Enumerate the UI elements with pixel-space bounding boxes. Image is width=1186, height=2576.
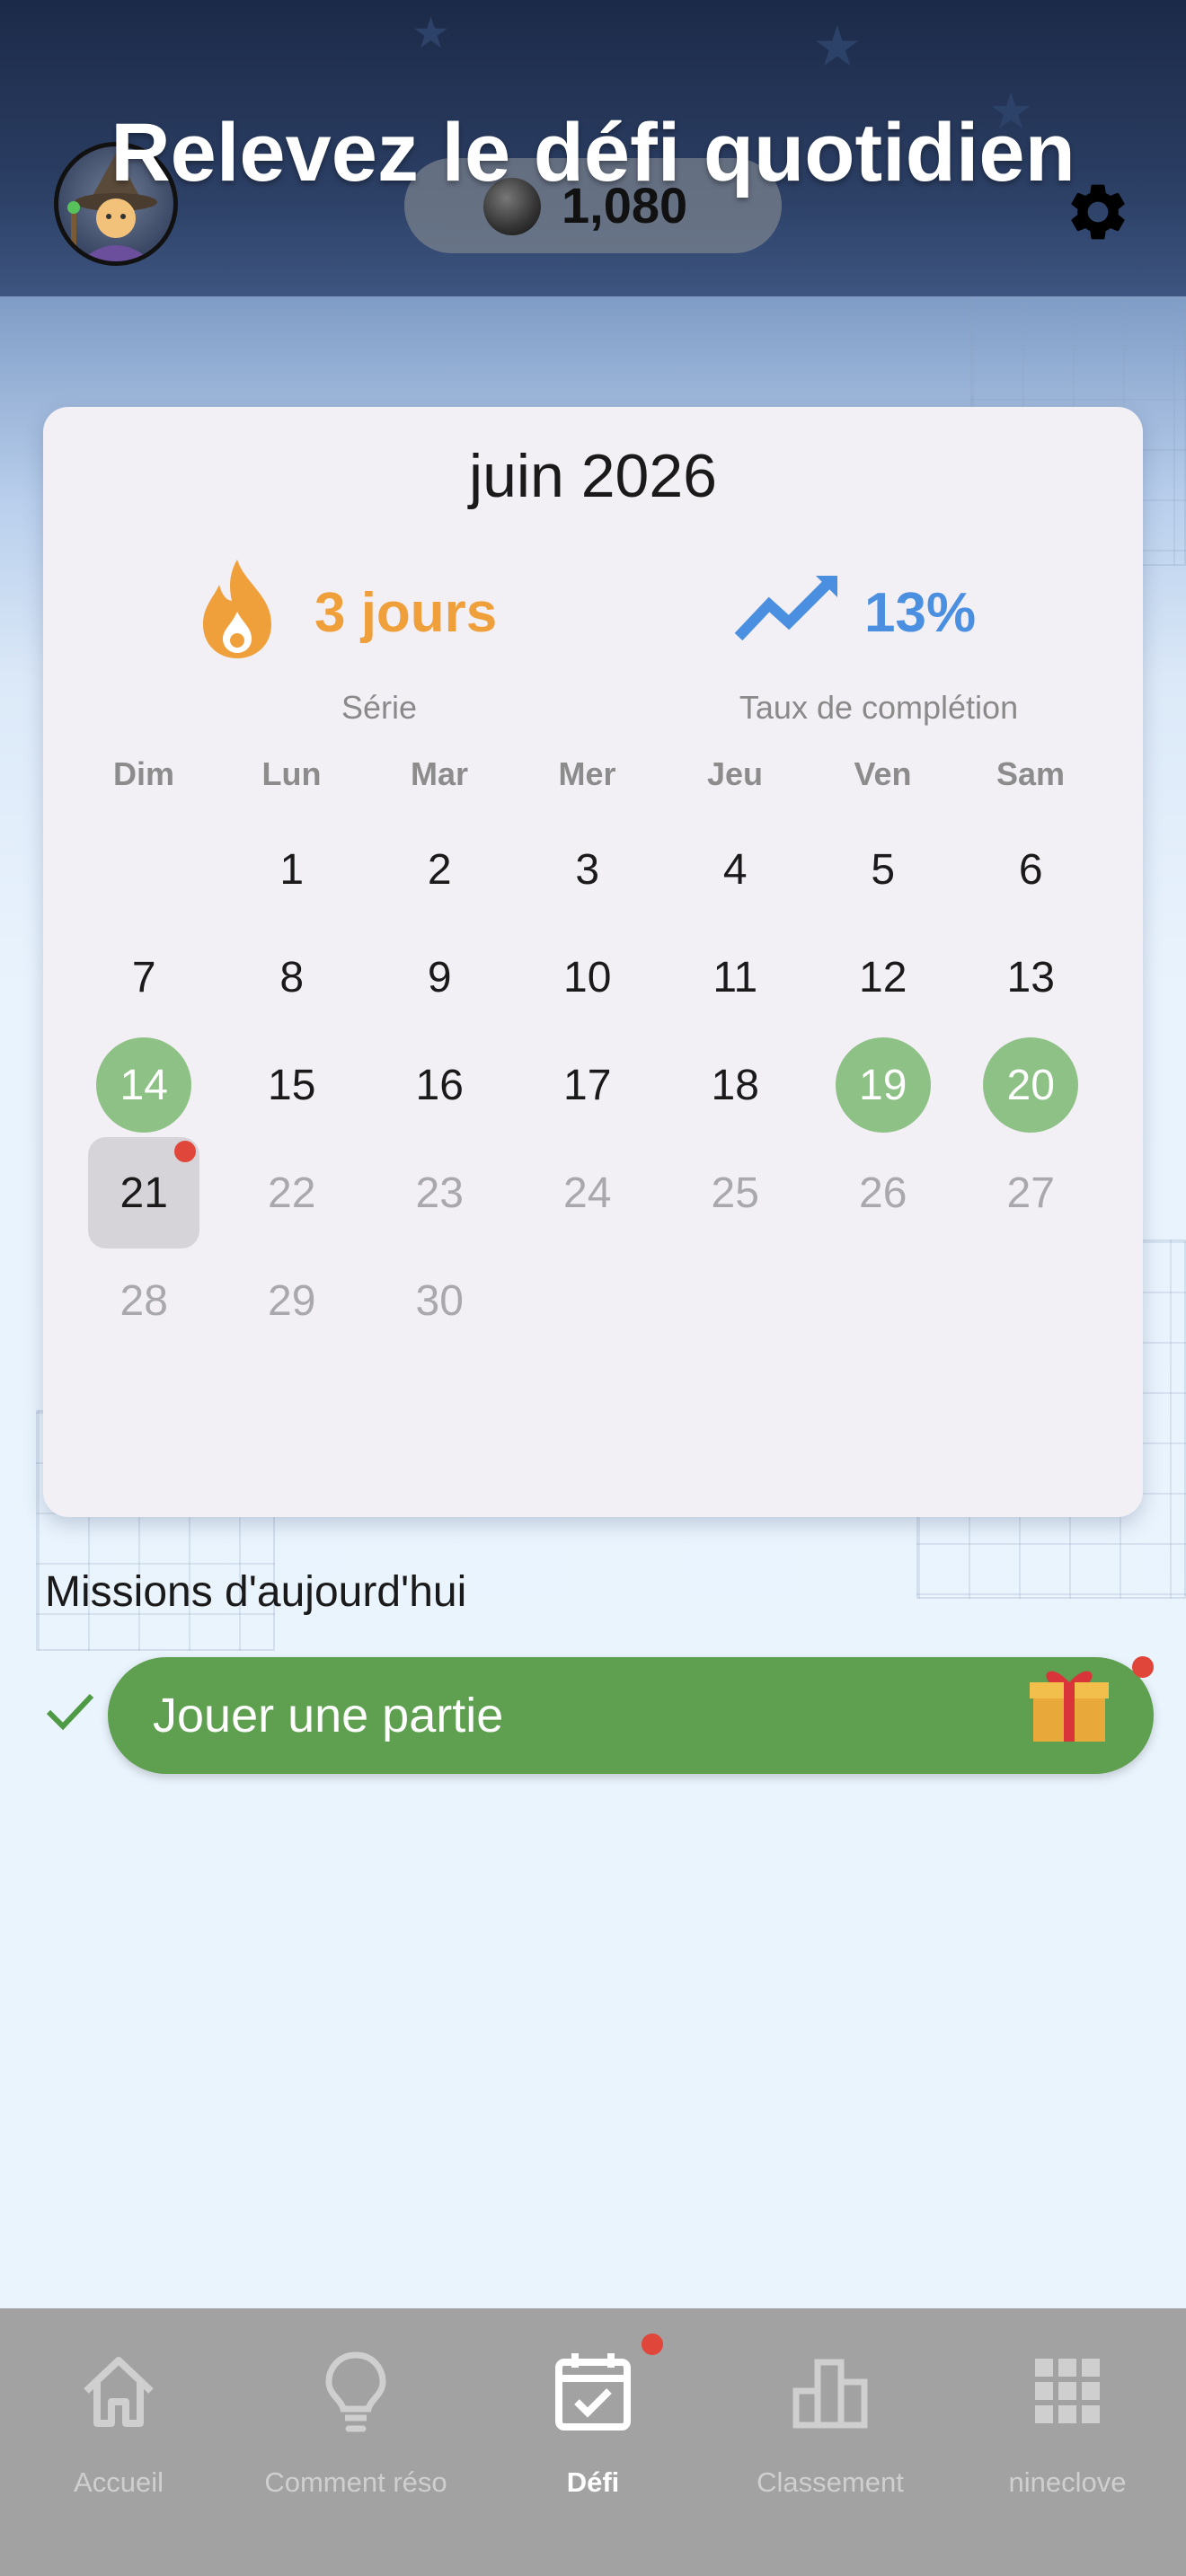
header: ★ ★ ★ 1,080 Relevez le défi quotidien [0, 0, 1186, 296]
tab-label: Accueil [74, 2466, 164, 2498]
calendar-day: 27 [1006, 1169, 1055, 1217]
tab-label: Défi [566, 2466, 620, 2498]
bar-chart-icon [792, 2359, 868, 2429]
calendar-check-icon [555, 2353, 631, 2430]
tab-defi[interactable]: Défi [474, 2308, 712, 2576]
mission-button[interactable]: Jouer une partie [108, 1657, 1154, 1774]
check-icon [46, 1693, 94, 1731]
star-decoration: ★ [812, 16, 863, 78]
calendar-day[interactable]: 12 [836, 930, 931, 1025]
calendar-day[interactable]: 11 [687, 930, 783, 1025]
streak-label: Série [341, 689, 418, 726]
calendar-day: 29 [268, 1276, 316, 1325]
calendar-day[interactable]: 1 [244, 822, 340, 917]
completion-value: 13% [864, 582, 977, 644]
calendar-day[interactable]: 18 [687, 1037, 783, 1133]
calendar-day[interactable]: 3 [540, 822, 635, 917]
weekday-label: Jeu [706, 755, 764, 792]
gift-icon [1030, 1671, 1109, 1742]
star-decoration: ★ [412, 10, 451, 57]
calendar-day[interactable]: 20 [983, 1037, 1079, 1133]
tab-accueil[interactable]: Accueil [0, 2308, 237, 2576]
gear-icon[interactable] [1064, 178, 1132, 246]
tab-comment-reso[interactable]: Comment réso [237, 2308, 474, 2576]
calendar-day[interactable]: 19 [835, 1037, 931, 1133]
calendar-day[interactable]: 4 [687, 822, 783, 917]
calendar-day[interactable]: 13 [983, 930, 1078, 1025]
mission-label: Jouer une partie [153, 1689, 504, 1742]
streak-value: 3 jours [314, 582, 498, 644]
weekday-label: Mar [410, 755, 469, 792]
grid-icon [1035, 2359, 1100, 2423]
tab-bar: Accueil Comment réso Défi Classement nin… [0, 2308, 1186, 2576]
trend-up-icon [734, 575, 837, 641]
calendar-day: 28 [119, 1276, 168, 1325]
calendar-day: 30 [415, 1276, 464, 1325]
calendar-day[interactable]: 5 [836, 822, 931, 917]
lightbulb-icon [325, 2351, 386, 2432]
calendar-day: 23 [415, 1169, 464, 1217]
tab-classement[interactable]: Classement [712, 2308, 949, 2576]
calendar-day: 26 [859, 1169, 907, 1217]
calendar-day[interactable]: 14 [96, 1037, 192, 1133]
calendar-day: 24 [563, 1169, 612, 1217]
calendar-day[interactable]: 2 [392, 822, 487, 917]
tab-label: nineclove [1008, 2466, 1127, 2498]
calendar-day: 22 [268, 1169, 316, 1217]
calendar-day[interactable]: 10 [540, 930, 635, 1025]
calendar-day[interactable]: 8 [244, 930, 340, 1025]
month-title: juin 2026 [468, 442, 718, 510]
completion-label: Taux de complétion [739, 689, 1019, 726]
home-icon [84, 2357, 154, 2427]
calendar-day[interactable]: 9 [392, 930, 487, 1025]
flame-icon [203, 560, 271, 658]
tab-nineclove[interactable]: nineclove [949, 2308, 1186, 2576]
calendar-day[interactable]: 16 [392, 1037, 487, 1133]
calendar-day: 25 [711, 1169, 759, 1217]
calendar-day[interactable]: 6 [983, 822, 1078, 917]
weekday-label: Mer [558, 755, 616, 792]
calendar-day[interactable]: 15 [244, 1037, 340, 1133]
weekday-label: Dim [112, 755, 174, 792]
tab-label: Comment réso [264, 2466, 447, 2498]
notification-dot [642, 2333, 663, 2355]
weekday-label: Lun [261, 755, 322, 792]
page-title: Relevez le défi quotidien [111, 107, 1075, 198]
missions-title: Missions d'aujourd'hui [45, 1568, 467, 1616]
calendar-day[interactable]: 17 [540, 1037, 635, 1133]
weekday-label: Sam [996, 755, 1066, 792]
calendar-card: juin 2026 3 jours Série 13% Taux de comp… [43, 407, 1143, 1517]
weekday-label: Ven [854, 755, 912, 792]
tab-label: Classement [757, 2466, 904, 2498]
calendar-day[interactable]: 7 [96, 930, 191, 1025]
notification-dot [1132, 1656, 1154, 1678]
